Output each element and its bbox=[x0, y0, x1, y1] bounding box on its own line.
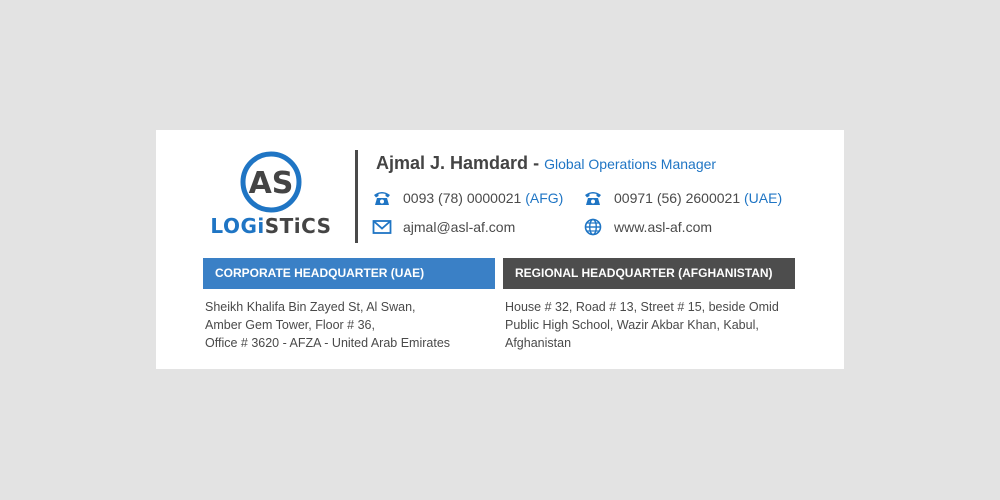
phone-afg[interactable]: 0093 (78) 0000021 (AFG) bbox=[403, 189, 563, 207]
logo-word-part-2: STiCS bbox=[264, 214, 332, 238]
corporate-hq-address: Sheikh Khalifa Bin Zayed St, Al Swan, Am… bbox=[205, 298, 497, 352]
envelope-icon bbox=[372, 218, 392, 236]
logo-word-part-1: LOGi bbox=[210, 214, 265, 238]
phone-icon bbox=[583, 189, 603, 207]
corporate-hq-heading: CORPORATE HEADQUARTER (UAE) bbox=[203, 258, 495, 289]
regional-hq-address: House # 32, Road # 13, Street # 15, besi… bbox=[505, 298, 797, 352]
phone-afg-tag: (AFG) bbox=[525, 190, 564, 206]
address-line: Afghanistan bbox=[505, 336, 572, 350]
job-title: Global Operations Manager bbox=[544, 156, 717, 172]
regional-hq-heading: REGIONAL HEADQUARTER (AFGHANISTAN) bbox=[503, 258, 795, 289]
phone-afg-number: 0093 (78) 0000021 bbox=[403, 190, 522, 206]
address-line: Amber Gem Tower, Floor # 36, bbox=[205, 318, 375, 332]
phone-uae-number: 00971 (56) 2600021 bbox=[614, 190, 741, 206]
logo-emblem: AS bbox=[240, 151, 302, 213]
company-logo: AS LOGiSTiCS bbox=[204, 150, 338, 240]
person-name: Ajmal J. Hamdard bbox=[376, 153, 529, 173]
address-line: Sheikh Khalifa Bin Zayed St, Al Swan, bbox=[205, 300, 416, 314]
logo-wordmark: LOGiSTiCS bbox=[204, 214, 338, 238]
logo-letters: AS bbox=[249, 166, 294, 201]
vertical-divider bbox=[355, 150, 358, 243]
email-signature-card: AS LOGiSTiCS Ajmal J. Hamdard - Global O… bbox=[156, 130, 844, 369]
website-link[interactable]: www.asl-af.com bbox=[614, 218, 712, 236]
phone-uae[interactable]: 00971 (56) 2600021 (UAE) bbox=[614, 189, 782, 207]
address-line: Public High School, Wazir Akbar Khan, Ka… bbox=[505, 318, 759, 332]
globe-icon bbox=[583, 218, 603, 236]
phone-uae-tag: (UAE) bbox=[744, 190, 783, 206]
address-line: Office # 3620 - AFZA - United Arab Emira… bbox=[205, 336, 451, 350]
name-line: Ajmal J. Hamdard - Global Operations Man… bbox=[376, 152, 716, 176]
email-link[interactable]: ajmal@asl-af.com bbox=[403, 218, 515, 236]
name-separator: - bbox=[528, 153, 545, 173]
phone-icon bbox=[372, 189, 392, 207]
address-line: House # 32, Road # 13, Street # 15, besi… bbox=[505, 300, 779, 314]
